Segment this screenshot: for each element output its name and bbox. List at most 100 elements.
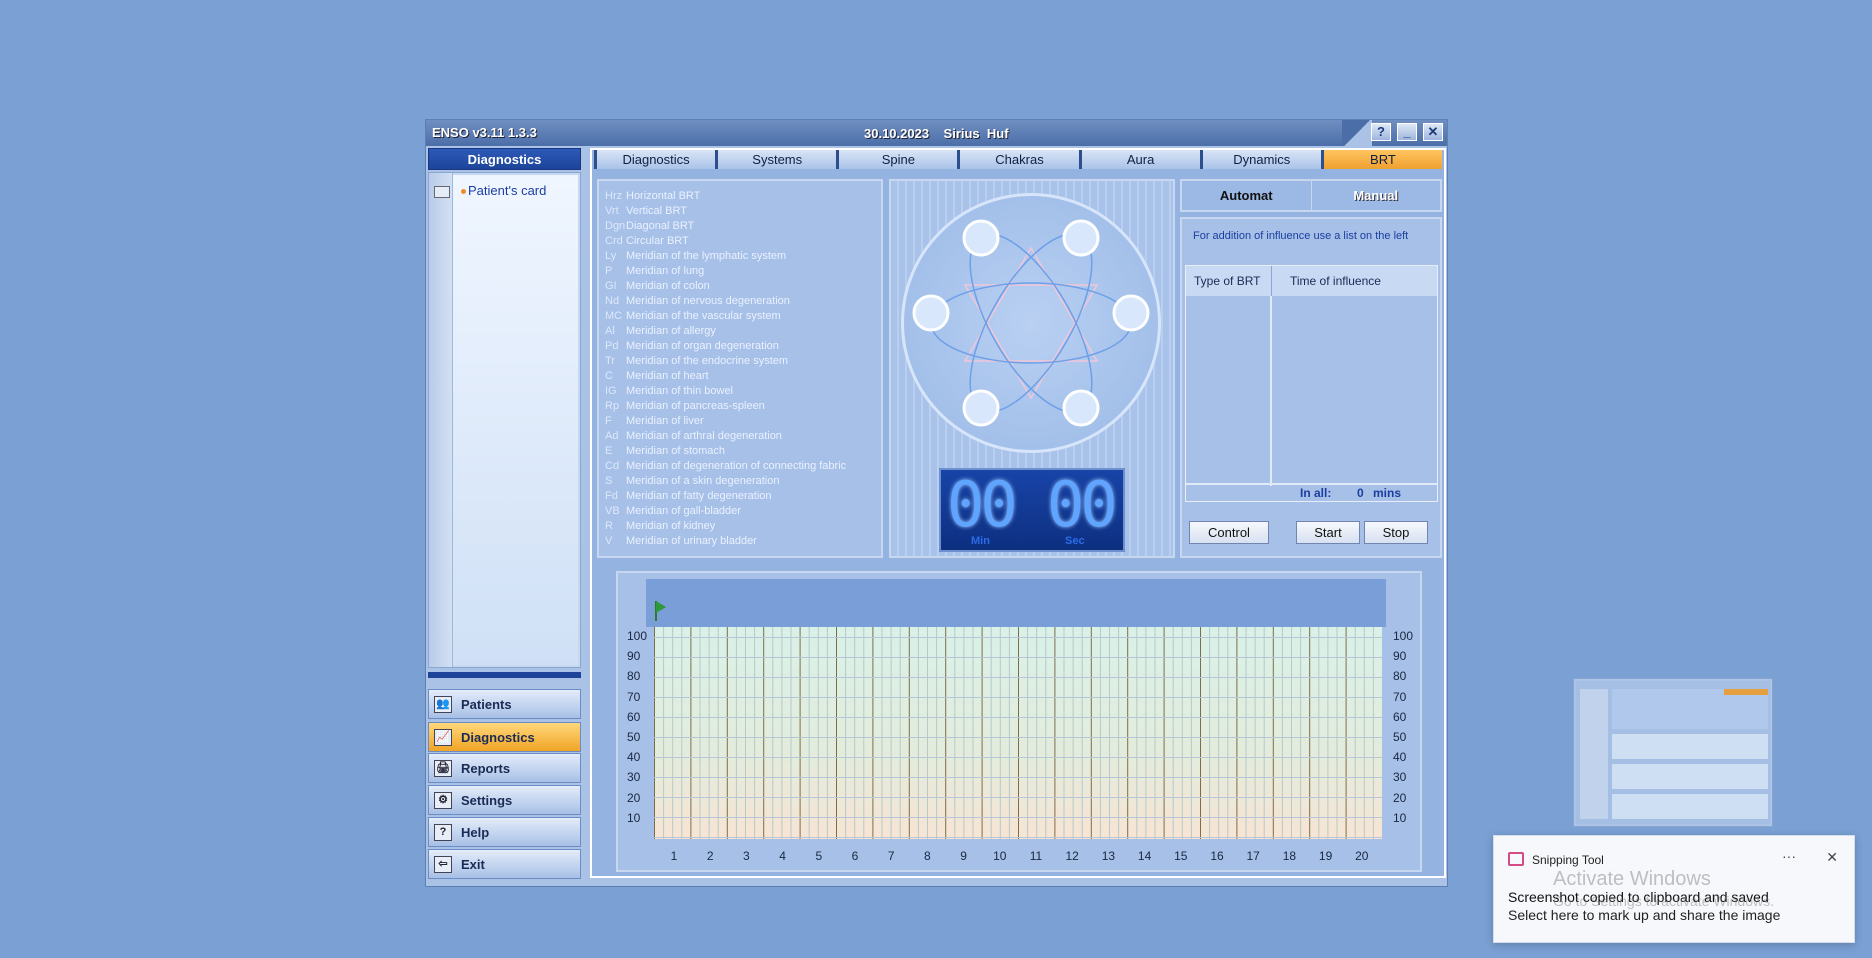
brt-list-item[interactable]: R Meridian of kidney [599,520,881,535]
timer-digits: 00 00 [947,474,1118,536]
brt-list-item[interactable]: Ly Meridian of the lymphatic system [599,250,881,265]
brt-list-item[interactable]: MC Meridian of the vascular system [599,310,881,325]
brt-name: Meridian of the vascular system [626,310,781,322]
tree-item-patients-card[interactable]: Patient's card [468,183,548,199]
nav-patients-button[interactable]: 👥 Patients [428,689,581,719]
brt-abbr: Fd [605,490,618,502]
brt-name: Meridian of the lymphatic system [626,250,787,262]
brt-abbr: R [605,520,613,532]
pentagram-panel: 00 00 Min Sec [889,179,1175,558]
brt-list-item[interactable]: VB Meridian of gall-bladder [599,505,881,520]
nav-diagnostics-button[interactable]: 📈 Diagnostics [428,722,581,752]
toast-close-button[interactable]: ✕ [1826,849,1838,866]
brt-abbr: Ad [605,430,619,442]
brt-abbr: Rp [605,400,620,412]
brt-list-item[interactable]: Ad Meridian of arthral degeneration [599,430,881,445]
help-icon: ? [434,824,452,841]
start-flag-icon[interactable] [656,601,666,613]
tab-systems[interactable]: Systems [715,150,837,169]
brt-list-item[interactable]: P Meridian of lung [599,265,881,280]
nav-label: Patients [461,697,512,712]
x-tick: 9 [960,849,967,863]
brt-list-item[interactable]: Tr Meridian of the endocrine system [599,355,881,370]
brt-list-item[interactable]: Cd Meridian of degeneration of connecting… [599,460,881,475]
tree-strip [429,173,453,667]
brt-list-item[interactable]: V Meridian of urinary bladder [599,535,881,550]
brt-list-item[interactable]: Al Meridian of allergy [599,325,881,340]
brt-list-item[interactable]: Fd Meridian of fatty degeneration [599,490,881,505]
brt-name: Meridian of pancreas-spleen [626,400,765,412]
sidebar-header: Diagnostics [428,148,581,170]
brt-list-item[interactable]: Pd Meridian of organ degeneration [599,340,881,355]
brt-list-item[interactable]: Nd Meridian of nervous degeneration [599,295,881,310]
x-tick: 3 [743,849,750,863]
brt-list-item[interactable]: Dgn Diagonal BRT [599,220,881,235]
brt-list-item[interactable]: IG Meridian of thin bowel [599,385,881,400]
y-tick-right: 80 [1393,669,1407,684]
brt-hint: For addition of influence use a list on … [1193,230,1409,242]
minimize-button[interactable]: _ [1397,123,1417,141]
brt-name: Meridian of kidney [626,520,716,532]
brt-list-item[interactable]: Rp Meridian of pancreas-spleen [599,400,881,415]
automat-button[interactable]: Automat [1182,181,1311,210]
x-tick: 20 [1355,849,1369,863]
nav-settings-button[interactable]: ⚙ Settings [428,785,581,815]
toast-title: Snipping Tool [1532,853,1604,867]
brt-name: Horizontal BRT [626,190,701,202]
brt-name: Meridian of gall-bladder [626,505,741,517]
x-tick: 13 [1101,849,1116,863]
y-tick-right: 30 [1393,770,1407,785]
toast-menu-button[interactable]: ··· [1782,848,1796,864]
nav-label: Help [461,825,490,840]
help-title-button[interactable]: ? [1371,123,1391,141]
tab-chakras[interactable]: Chakras [957,150,1079,169]
title-bar: ENSO v3.11 1.3.3 30.10.2023 Sirius Huf ?… [426,120,1447,146]
tree-area [453,175,578,665]
brt-list-item[interactable]: E Meridian of stomach [599,445,881,460]
control-button[interactable]: Control [1189,521,1269,544]
app-window: ENSO v3.11 1.3.3 30.10.2023 Sirius Huf ?… [425,119,1448,887]
nav-reports-button[interactable]: 🖨 Reports [428,753,581,783]
brt-name: Meridian of arthral degeneration [626,430,782,442]
sidebar-splitter[interactable] [428,672,581,678]
tab-aura[interactable]: Aura [1078,150,1200,169]
y-tick-right: 70 [1393,689,1407,704]
brt-name: Meridian of heart [626,370,709,382]
thumbnail-preview [1576,681,1770,824]
y-tick-right: 40 [1393,750,1407,765]
tab-diagnostics[interactable]: Diagnostics [594,150,716,169]
brt-list-item[interactable]: S Meridian of a skin degeneration [599,475,881,490]
in-all-unit: mins [1373,486,1402,500]
manual-button[interactable]: Manual [1310,181,1441,210]
brt-list-item[interactable]: Crd Circular BRT [599,235,881,250]
start-button[interactable]: Start [1296,521,1360,544]
y-tick-right: 10 [1393,810,1407,825]
brt-list-item[interactable]: Hrz Horizontal BRT [599,190,881,205]
stop-button[interactable]: Stop [1364,521,1428,544]
x-tick: 12 [1065,849,1079,863]
y-tick-left: 70 [627,689,641,704]
brt-list-item[interactable]: GI Meridian of colon [599,280,881,295]
tab-dynamics[interactable]: Dynamics [1199,150,1321,169]
timer-display: 00 00 Min Sec [939,468,1125,552]
brt-name: Meridian of fatty degeneration [626,490,772,502]
y-tick-left: 60 [627,709,641,724]
tab-spine[interactable]: Spine [836,150,958,169]
pentagram-circle [901,193,1161,453]
brt-list-item[interactable]: C Meridian of heart [599,370,881,385]
nav-exit-button[interactable]: ⇦ Exit [428,849,581,879]
brt-abbr: Ly [605,250,617,262]
x-tick: 16 [1210,849,1224,863]
brt-abbr: V [605,535,613,547]
y-tick-left: 40 [627,750,641,765]
tab-brt[interactable]: BRT [1320,150,1442,169]
close-button[interactable]: ✕ [1423,123,1443,141]
screenshot-thumbnail[interactable] [1573,678,1773,827]
nav-label: Diagnostics [461,730,535,745]
graph-grid [654,627,1383,839]
brt-list-item[interactable]: Vrt Vertical BRT [599,205,881,220]
brt-name: Meridian of organ degeneration [626,340,779,352]
session-info: 30.10.2023 Sirius Huf [864,126,1009,141]
nav-help-button[interactable]: ? Help [428,817,581,847]
brt-list-item[interactable]: F Meridian of liver [599,415,881,430]
